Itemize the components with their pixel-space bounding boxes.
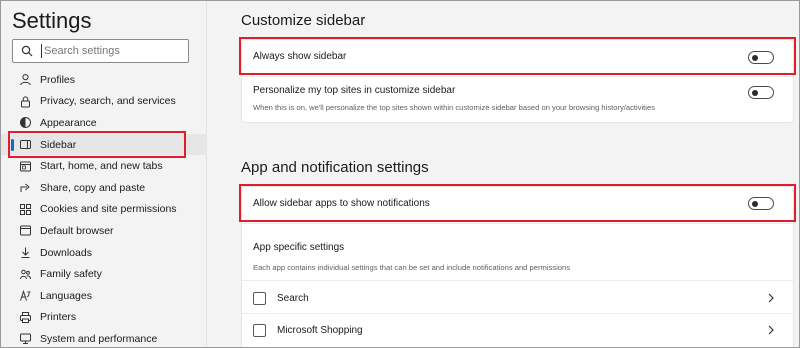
sidebar-item-label: Profiles: [40, 73, 76, 86]
search-box[interactable]: [12, 39, 189, 63]
app-item-label: Microsoft Shopping: [277, 325, 363, 336]
app-notification-heading: App and notification settings: [241, 159, 429, 176]
personalize-top-sites-description: When this is on, we'll personalize the t…: [253, 103, 656, 112]
appearance-icon: [18, 116, 32, 130]
share-icon: [18, 181, 32, 195]
sidebar-item-downloads[interactable]: Downloads: [1, 242, 207, 264]
app-specific-settings-row: App specific settings Each app contains …: [242, 224, 793, 280]
system-icon: [18, 332, 32, 346]
sidebar-item-share[interactable]: Share, copy and paste: [1, 177, 207, 199]
sidebar-highlight-box: [8, 131, 186, 158]
main-content: Customize sidebar Always show sidebar Pe…: [208, 1, 799, 347]
sidebar-item-family-safety[interactable]: Family safety: [1, 263, 207, 285]
home-icon: [18, 159, 32, 173]
app-item-search[interactable]: Search: [242, 281, 793, 313]
search-input[interactable]: [41, 44, 181, 58]
family-icon: [18, 267, 32, 281]
toggle-knob: [752, 89, 758, 96]
sidebar-item-label: Default browser: [40, 224, 114, 237]
languages-icon: [18, 289, 32, 303]
sidebar-item-label: Start, home, and new tabs: [40, 160, 163, 173]
sidebar-item-label: System and performance: [40, 332, 158, 345]
sidebar-item-label: Languages: [40, 289, 92, 302]
sidebar-item-label: Downloads: [40, 246, 92, 259]
app-search-checkbox[interactable]: [253, 292, 266, 305]
sidebar-item-label: Family safety: [40, 268, 102, 281]
app-shopping-checkbox[interactable]: [253, 324, 266, 337]
sidebar-item-label: Printers: [40, 311, 77, 324]
chevron-right-icon[interactable]: [767, 323, 775, 341]
browser-icon: [18, 224, 32, 238]
printer-icon: [18, 310, 32, 324]
chevron-right-icon[interactable]: [767, 291, 775, 309]
settings-title: Settings: [12, 8, 92, 33]
profile-icon: [18, 73, 32, 87]
settings-nav: Profiles Privacy, search, and services A…: [1, 69, 207, 347]
sidebar-item-start-home[interactable]: Start, home, and new tabs: [1, 155, 207, 177]
sidebar-item-label: Privacy, search, and services: [40, 95, 176, 108]
personalize-top-sites-label: Personalize my top sites in customize si…: [253, 85, 456, 96]
download-icon: [18, 246, 32, 260]
sidebar-item-languages[interactable]: Languages: [1, 285, 207, 307]
allow-notifications-highlight-box: [239, 184, 796, 222]
search-icon: [13, 45, 41, 57]
sidebar-item-printers[interactable]: Printers: [1, 307, 207, 329]
personalize-top-sites-toggle[interactable]: [748, 86, 774, 99]
lock-icon: [18, 94, 32, 108]
sidebar-item-label: Appearance: [40, 116, 97, 129]
always-show-highlight-box: [239, 37, 796, 75]
sidebar-item-cookies[interactable]: Cookies and site permissions: [1, 199, 207, 221]
cookies-icon: [18, 202, 32, 216]
sidebar-item-profiles[interactable]: Profiles: [1, 69, 207, 91]
sidebar-item-label: Share, copy and paste: [40, 181, 146, 194]
personalize-top-sites-row: Personalize my top sites in customize si…: [242, 77, 793, 123]
app-specific-settings-title: App specific settings: [253, 242, 345, 253]
settings-sidebar: Settings Profiles Privacy, search, and s…: [1, 1, 207, 347]
app-specific-settings-description: Each app contains individual settings th…: [253, 263, 571, 272]
customize-sidebar-heading: Customize sidebar: [241, 12, 366, 29]
settings-window: Settings Profiles Privacy, search, and s…: [0, 0, 800, 348]
app-item-label: Search: [277, 293, 309, 304]
sidebar-item-privacy[interactable]: Privacy, search, and services: [1, 91, 207, 113]
sidebar-item-system[interactable]: System and performance: [1, 328, 207, 347]
app-item-microsoft-shopping[interactable]: Microsoft Shopping: [242, 314, 793, 346]
sidebar-item-default-browser[interactable]: Default browser: [1, 220, 207, 242]
sidebar-item-label: Cookies and site permissions: [40, 203, 177, 216]
